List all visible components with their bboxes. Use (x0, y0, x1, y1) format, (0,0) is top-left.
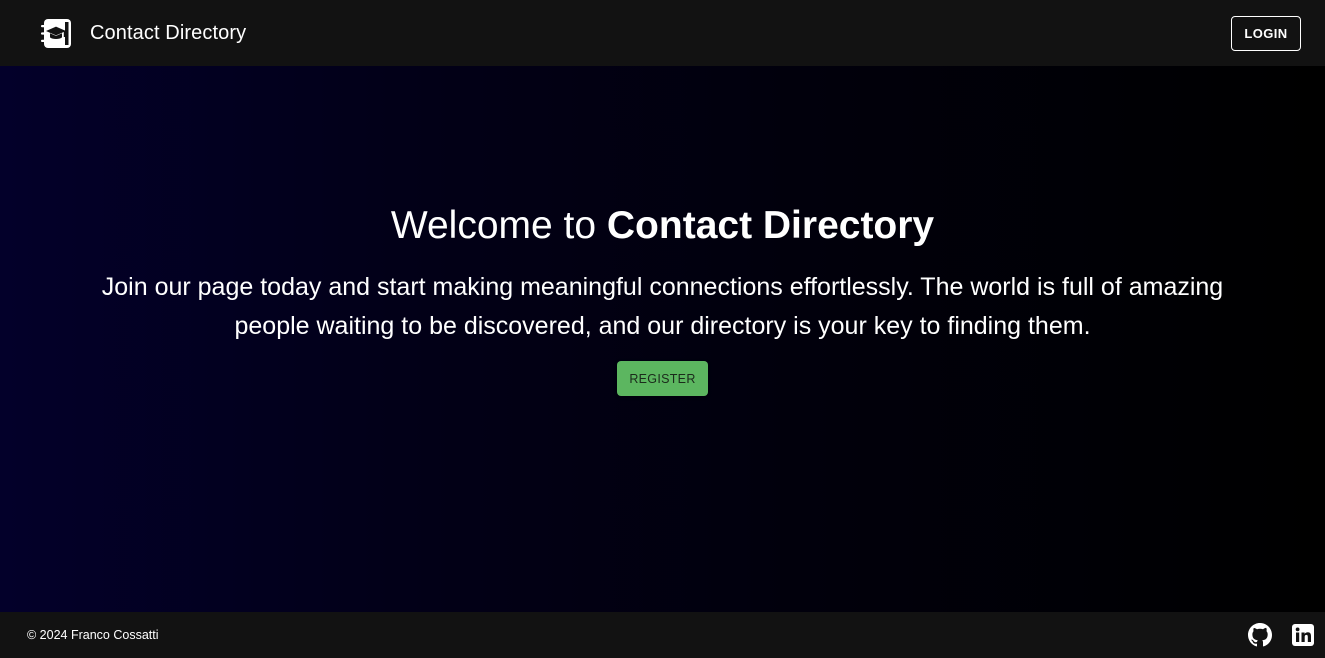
hero-description: Join our page today and start making mea… (101, 273, 1224, 340)
github-icon (1248, 623, 1272, 647)
copyright-text: © 2024 Franco Cossatti (27, 628, 159, 642)
hero-section: Welcome to Contact Directory Join our pa… (0, 66, 1325, 612)
linkedin-icon (1292, 624, 1314, 646)
app-title: Contact Directory (90, 21, 247, 44)
hero-title: Welcome to Contact Directory (0, 202, 1325, 250)
social-links (1229, 623, 1315, 647)
hero-title-emphasis: Contact Directory (606, 204, 935, 247)
hero-title-prefix: Welcome to (390, 204, 607, 247)
register-button[interactable]: REGISTER (617, 361, 708, 396)
navbar: Contact Directory LOGIN (0, 0, 1325, 66)
github-link[interactable] (1248, 623, 1272, 647)
brand[interactable]: Contact Directory (41, 18, 246, 49)
footer: © 2024 Franco Cossatti (0, 612, 1325, 658)
login-button[interactable]: LOGIN (1231, 15, 1301, 51)
school-book-icon (41, 18, 71, 48)
linkedin-link[interactable] (1291, 623, 1315, 647)
